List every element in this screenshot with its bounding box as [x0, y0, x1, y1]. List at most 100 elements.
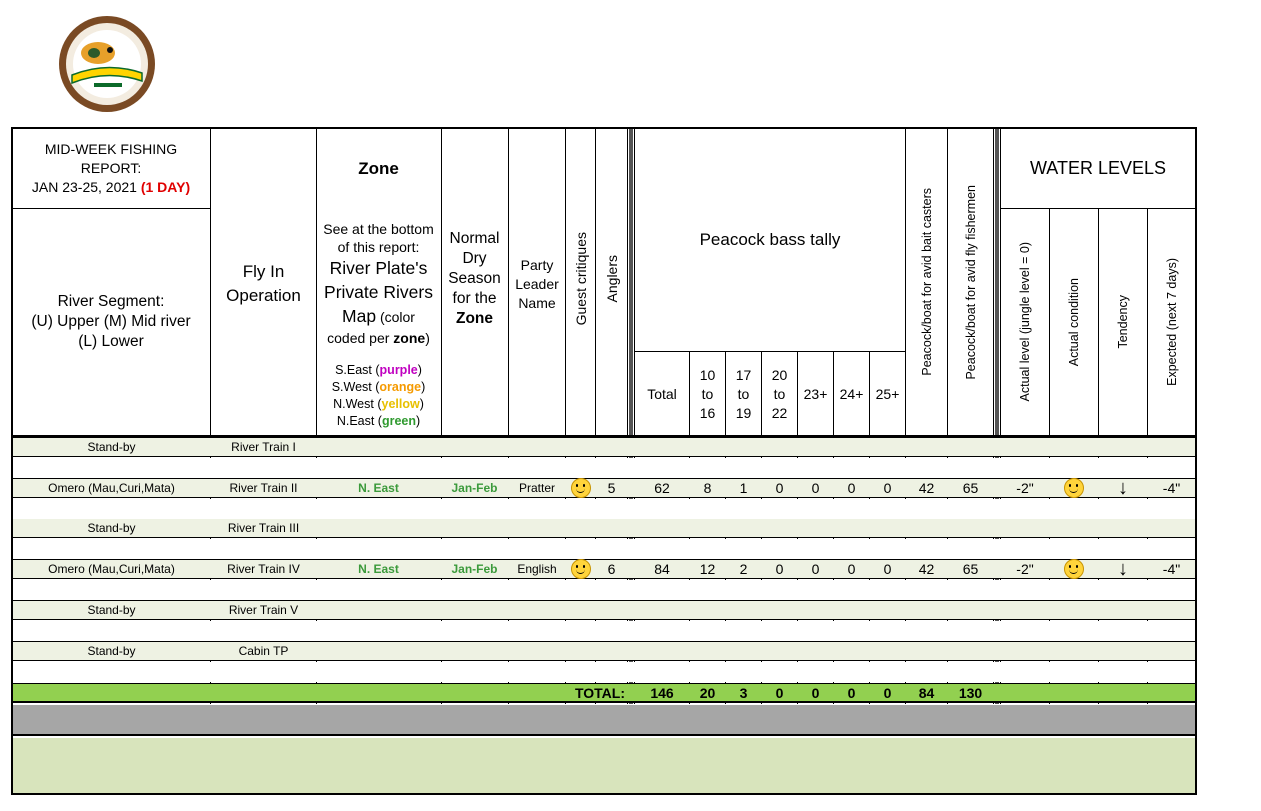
cell-level [1001, 518, 1049, 538]
actual-level-header: Actual level (jungle level = 0) [1001, 209, 1049, 435]
season-line5: Zone [455, 310, 494, 327]
map-line3b: (color [379, 309, 415, 325]
map-line2: Private Rivers [324, 282, 433, 302]
cell-condition [1050, 559, 1098, 579]
boat-bait-header: Peacock/boat for avid bait casters [906, 129, 947, 435]
cell-bait: 42 [918, 561, 935, 577]
cell-tendency: ↓ [1099, 559, 1147, 579]
boat-fly-label: Peacock/boat for avid fly fishermen [963, 184, 978, 380]
cell-expected: -4" [1162, 561, 1181, 577]
t10b: to [701, 385, 714, 402]
cell-expected [1148, 518, 1195, 538]
season-line2: Dry [462, 250, 487, 267]
zone-note-line2: of this report: [337, 239, 420, 255]
cell-t20: 0 [775, 480, 784, 496]
cell-total [635, 600, 689, 620]
boat-bait-label: Peacock/boat for avid bait casters [919, 188, 934, 376]
zone-legend-se: S.East (purple) [335, 362, 422, 379]
cell-segment: Stand-by [87, 521, 136, 535]
cell-t17 [726, 437, 761, 457]
cell-operation: River Train IV [227, 562, 300, 576]
cell-condition [1050, 518, 1098, 538]
cell-expected [1148, 641, 1195, 661]
cell-t23: 0 [811, 480, 820, 496]
total-cell-t23: 0 [811, 685, 820, 701]
total-cell-t20: 0 [775, 685, 784, 701]
zone-note-line1: See at the bottom [323, 221, 434, 237]
cell-t10 [690, 518, 725, 538]
cell-t17: 1 [739, 480, 748, 496]
cell-critique [566, 641, 595, 661]
season-line3: Season [448, 270, 501, 287]
legend-ne-close: ) [416, 414, 421, 428]
cell-condition [1050, 641, 1098, 661]
cell-t20 [762, 600, 797, 620]
cell-fly [948, 518, 993, 538]
cell-bait [906, 600, 947, 620]
cell-zone [317, 437, 440, 457]
cell-segment: Stand-by [87, 644, 136, 658]
smile-icon [570, 559, 591, 579]
cell-bait [906, 437, 947, 457]
cell-fly: 65 [962, 561, 979, 577]
actual-level-label: Actual level (jungle level = 0) [1018, 242, 1032, 402]
cell-expected [1148, 600, 1195, 620]
cell-expected [1148, 437, 1195, 457]
cell-operation: River Train I [231, 440, 296, 454]
cell-t10: 12 [699, 561, 716, 577]
party-leader-header: Party Leader Name [509, 209, 565, 359]
spacer-row [13, 458, 1195, 478]
cell-tendency [1099, 518, 1147, 538]
water-levels-header: WATER LEVELS [1029, 157, 1167, 178]
total-cell-bait: 84 [918, 685, 935, 701]
tendency-label: Tendency [1116, 295, 1130, 349]
t20a: 20 [771, 366, 788, 383]
legend-sw-label: S.West ( [331, 380, 380, 394]
cell-t20 [762, 437, 797, 457]
cell-anglers [596, 518, 627, 538]
expected-header: Expected (next 7 days) [1148, 209, 1195, 435]
tally-total-header: Total [647, 386, 677, 402]
tally-header: Peacock bass tally [699, 230, 841, 249]
zone-legend: S.East (purple) S.West (orange) N.West (… [317, 361, 440, 431]
anglers-header: Anglers [596, 209, 627, 349]
season-line1: Normal [449, 230, 500, 247]
map-line4b: zone [393, 330, 426, 346]
legend-sw-close: ) [421, 380, 426, 394]
cell-t25 [870, 518, 905, 538]
down-arrow-icon: ↓ [1118, 478, 1128, 498]
actual-condition-header: Actual condition [1050, 209, 1098, 435]
cell-t25 [870, 437, 905, 457]
smile-icon [570, 478, 591, 498]
cell-t25: 0 [883, 480, 892, 496]
cell-season: Jan-Feb [451, 562, 498, 576]
cell-operation: River Train II [229, 481, 298, 495]
cell-t17 [726, 600, 761, 620]
cell-season [441, 437, 508, 457]
cell-critique [566, 600, 595, 620]
anglers-label: Anglers [603, 255, 620, 303]
total-cell-t17: 3 [739, 685, 748, 701]
cell-condition [1050, 478, 1098, 498]
t17a: 17 [735, 366, 752, 383]
cell-t17 [726, 641, 761, 661]
cell-bait: 42 [918, 480, 935, 496]
cell-anglers [596, 437, 627, 457]
cell-tendency [1099, 437, 1147, 457]
cell-t24: 0 [847, 561, 856, 577]
cell-t20 [762, 518, 797, 538]
spacer-row [13, 662, 1195, 682]
actual-condition-label: Actual condition [1067, 277, 1081, 367]
cell-tendency [1099, 600, 1147, 620]
fly-in-header-line2: Operation [226, 286, 301, 305]
tally-25-header: 25+ [875, 386, 900, 402]
cell-fly [948, 641, 993, 661]
tally-20-22-header: 20 to 22 [762, 352, 797, 436]
cell-zone [317, 641, 440, 661]
cell-operation: River Train V [228, 603, 299, 617]
spacer-row [13, 539, 1195, 559]
river-segment-header-line3: (L) Lower [78, 333, 144, 350]
total-cell-total: 146 [650, 685, 674, 701]
legend-ne-label: N.East ( [336, 414, 382, 428]
party-line1: Party [520, 256, 554, 273]
